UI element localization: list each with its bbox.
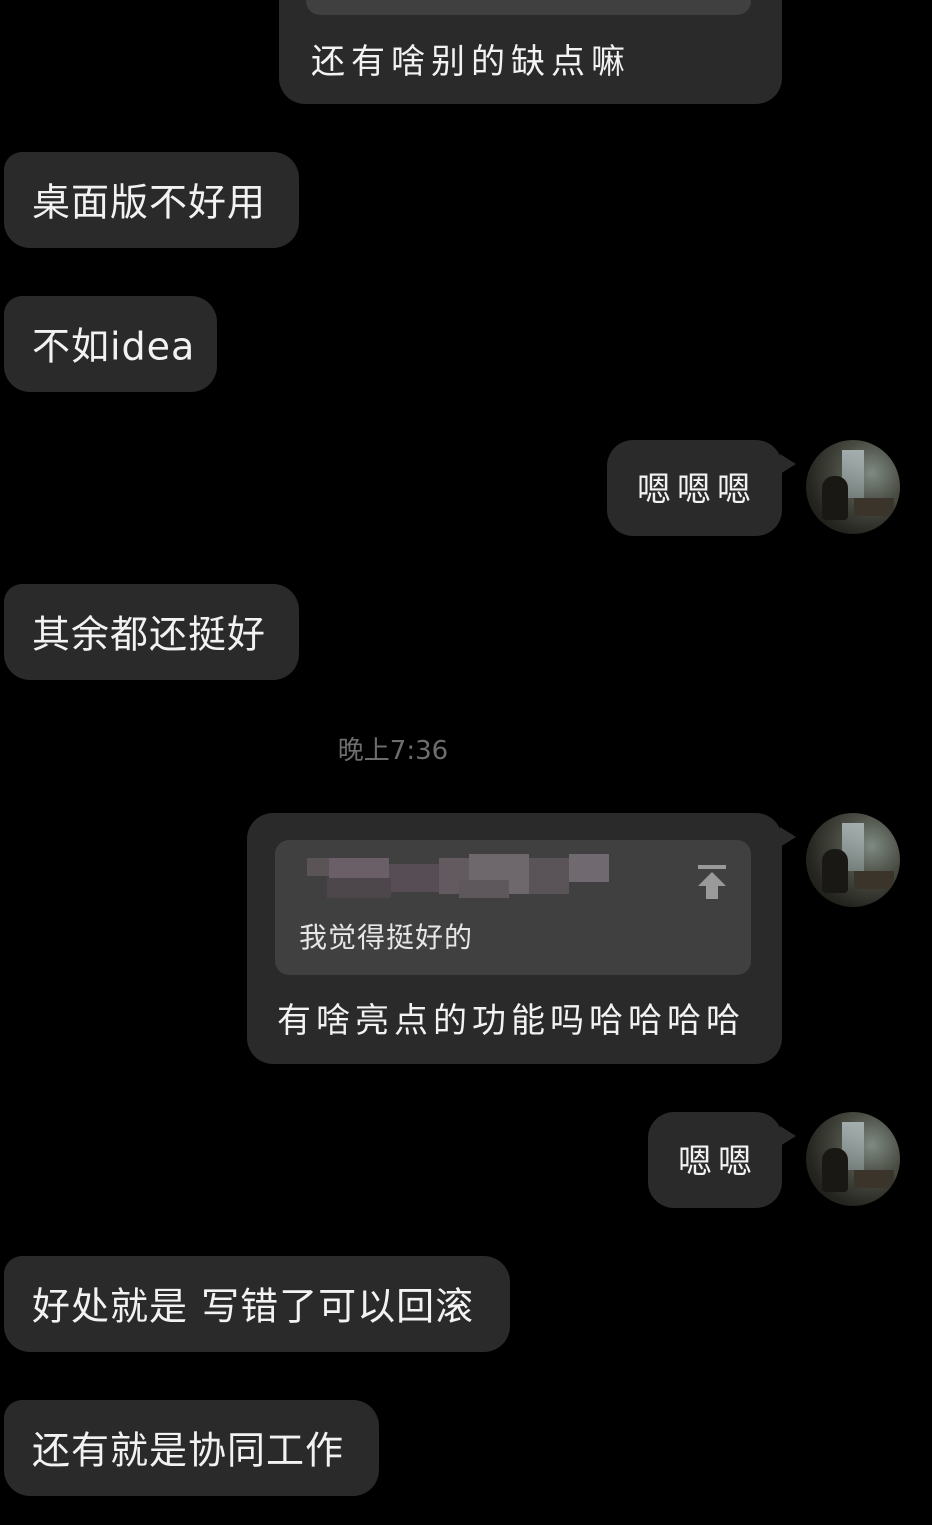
incoming-message-bubble[interactable]: 好处就是 写错了可以回滚 — [4, 1256, 510, 1352]
message-text: 嗯嗯 — [678, 1142, 758, 1182]
quoted-message-text: 我觉得挺好的 — [299, 921, 474, 954]
message-timestamp: 晚上7:36 — [337, 736, 449, 766]
message-text: 不如idea — [32, 324, 196, 369]
incoming-message-bubble[interactable]: 其余都还挺好 — [4, 584, 299, 680]
incoming-message-bubble[interactable]: 还有就是协同工作 — [4, 1400, 379, 1496]
outgoing-message-bubble[interactable]: 还有啥别的缺点嘛 — [279, 0, 782, 104]
outgoing-message-bubble[interactable]: 我觉得挺好的 有啥亮点的功能吗哈哈哈哈 — [247, 813, 796, 1064]
user-avatar[interactable] — [806, 440, 900, 534]
quoted-message-strip[interactable] — [306, 0, 751, 15]
bubble-tail — [780, 454, 796, 474]
outgoing-message-bubble[interactable]: 嗯嗯嗯 — [607, 440, 796, 536]
message-text: 还有就是协同工作 — [32, 1428, 345, 1473]
message-text: 嗯嗯嗯 — [637, 470, 757, 510]
user-avatar[interactable] — [806, 1112, 900, 1206]
chat-message-list[interactable]: 还有啥别的缺点嘛 桌面版不好用 不如idea 嗯嗯嗯 其余都还挺好 晚上7:36 — [0, 0, 932, 1525]
quoted-message-card[interactable]: 我觉得挺好的 — [275, 840, 751, 975]
incoming-message-bubble[interactable]: 桌面版不好用 — [4, 152, 299, 248]
quoted-sender-header-pixelated — [299, 854, 615, 898]
bubble-tail — [780, 1126, 796, 1146]
message-text: 有啥亮点的功能吗哈哈哈哈 — [277, 1001, 745, 1041]
bubble-tail — [780, 827, 796, 847]
message-text: 桌面版不好用 — [32, 180, 267, 225]
pin-top-icon[interactable] — [695, 864, 729, 900]
incoming-message-bubble[interactable]: 不如idea — [4, 296, 217, 392]
user-avatar[interactable] — [806, 813, 900, 907]
outgoing-message-bubble[interactable]: 嗯嗯 — [648, 1112, 796, 1208]
message-text: 其余都还挺好 — [32, 612, 267, 657]
message-text: 好处就是 写错了可以回滚 — [32, 1284, 475, 1329]
message-text: 还有啥别的缺点嘛 — [311, 42, 631, 82]
